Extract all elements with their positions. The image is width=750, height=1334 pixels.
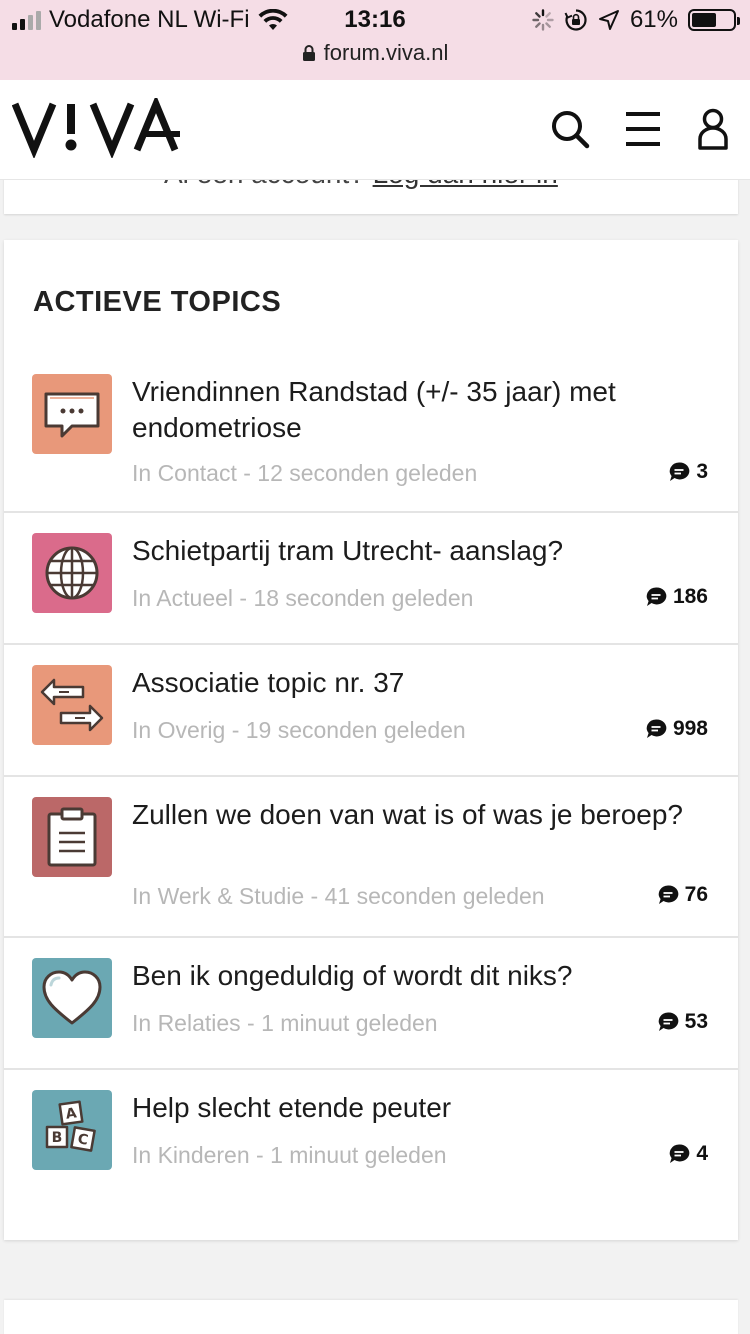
user-icon[interactable] [690,106,736,152]
reply-count: 3 [668,460,708,484]
search-icon[interactable] [548,106,594,152]
active-topics-card: ACTIEVE TOPICS Vriendinnen Randstad (+/-… [4,240,738,1240]
menu-icon[interactable] [620,106,666,152]
site-header [0,80,750,180]
reply-count: 998 [645,717,708,741]
arrows-icon [40,678,104,732]
topic-thumb: A B C [32,1090,112,1170]
topic-thumb [32,374,112,454]
comment-icon [646,719,667,738]
url-text: forum.viva.nl [323,40,449,65]
topic-row[interactable]: Associatie topic nr. 37 In Overig - 19 s… [4,647,738,777]
next-card [4,1300,738,1334]
viva-logo[interactable] [11,94,182,163]
battery-icon [688,9,740,31]
blocks-icon: A B C [45,1100,96,1152]
url-bar[interactable]: forum.viva.nl [0,40,750,66]
reply-count-value: 186 [672,585,708,608]
topic-thumb [32,665,112,745]
block-letter-b: B [52,1130,63,1146]
reply-count-value: 4 [696,1142,708,1165]
comment-icon [670,1144,690,1163]
topic-thumb [32,797,112,877]
topic-title[interactable]: Ben ik ongeduldig of wordt dit niks? [132,958,692,994]
activity-spinner-icon [532,9,554,31]
reply-count-value: 53 [684,1010,708,1033]
topic-title[interactable]: Associatie topic nr. 37 [132,665,692,701]
battery-percentage: 61% [629,6,678,33]
reply-count: 4 [668,1142,708,1166]
topic-title[interactable]: Help slecht etende peuter [132,1090,692,1126]
comment-icon [646,587,667,606]
topic-thumb [32,958,112,1038]
reply-count: 76 [657,883,708,907]
topic-thumb [32,533,112,613]
topic-row[interactable]: Zullen we doen van wat is of was je bero… [4,779,738,938]
topic-row[interactable]: Ben ik ongeduldig of wordt dit niks? In … [4,940,738,1070]
topic-meta: In Overig - 19 seconden geleden [132,717,466,743]
status-bar: Vodafone NL Wi-Fi 13:16 61% forum.viva.n… [0,0,750,80]
reply-count: 186 [645,585,708,609]
topic-title[interactable]: Schietpartij tram Utrecht- aanslag? [132,533,692,569]
topic-row[interactable]: Vriendinnen Randstad (+/- 35 jaar) met e… [4,370,738,513]
reply-count-value: 76 [684,883,708,906]
topic-meta: In Kinderen - 1 minuut geleden [132,1142,447,1168]
topic-meta: In Actueel - 18 seconden geleden [132,585,474,611]
topic-meta: In Contact - 12 seconden geleden [132,460,478,486]
section-title: ACTIEVE TOPICS [33,286,282,318]
topic-title[interactable]: Vriendinnen Randstad (+/- 35 jaar) met e… [132,374,692,446]
topic-meta: In Werk & Studie - 41 seconden geleden [132,883,545,909]
topic-row[interactable]: Schietpartij tram Utrecht- aanslag? In A… [4,515,738,645]
chat-bubble-icon [44,392,100,438]
topic-meta: In Relaties - 1 minuut geleden [132,1010,438,1036]
topic-row[interactable]: A B C Help slecht etende peuter In Kinde… [4,1072,738,1202]
heart-icon [42,970,102,1025]
globe-icon [45,546,99,600]
clipboard-icon [47,807,97,867]
lock-icon [302,45,315,61]
comment-icon [670,462,690,481]
comment-icon [658,1012,678,1031]
location-arrow-icon [598,10,619,30]
comment-icon [658,885,678,904]
reply-count-value: 998 [672,717,708,740]
reply-count: 53 [657,1010,708,1034]
topic-title[interactable]: Zullen we doen van wat is of was je bero… [132,797,692,833]
rotation-lock-icon [564,9,587,31]
status-right: 61% [532,6,740,34]
reply-count-value: 3 [696,460,708,483]
